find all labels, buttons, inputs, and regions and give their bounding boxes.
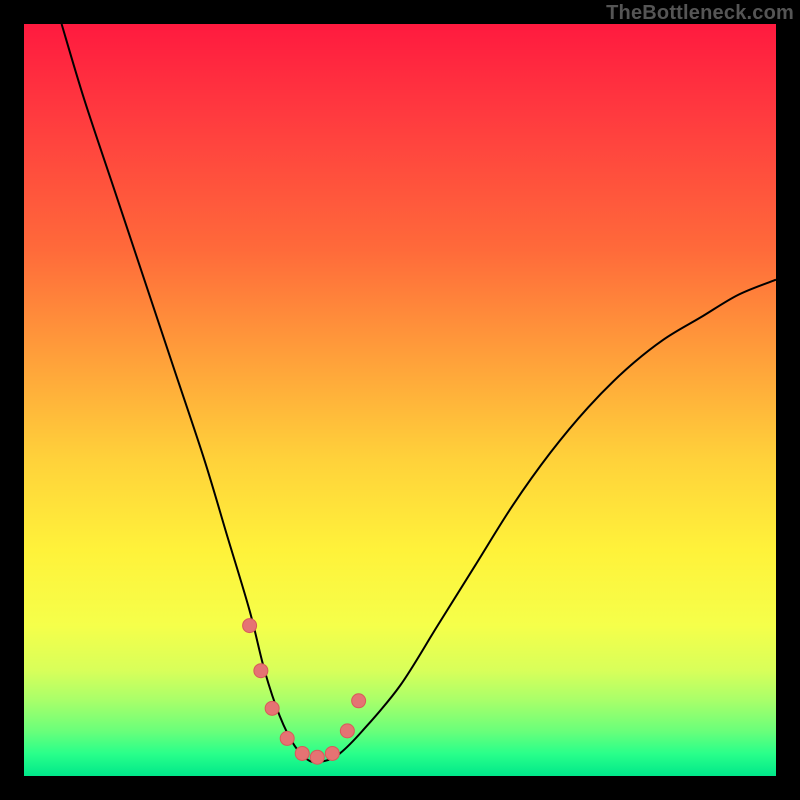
- curve-marker: [295, 746, 309, 760]
- curve-marker: [340, 724, 354, 738]
- curve-marker: [254, 664, 268, 678]
- chart-svg: [24, 24, 776, 776]
- watermark-text: TheBottleneck.com: [606, 2, 794, 25]
- chart-frame: [24, 24, 776, 776]
- bottleneck-curve: [62, 24, 776, 762]
- curve-marker: [310, 750, 324, 764]
- marker-group: [243, 619, 366, 765]
- curve-marker: [280, 731, 294, 745]
- curve-marker: [243, 619, 257, 633]
- curve-marker: [352, 694, 366, 708]
- curve-marker: [265, 701, 279, 715]
- curve-marker: [325, 746, 339, 760]
